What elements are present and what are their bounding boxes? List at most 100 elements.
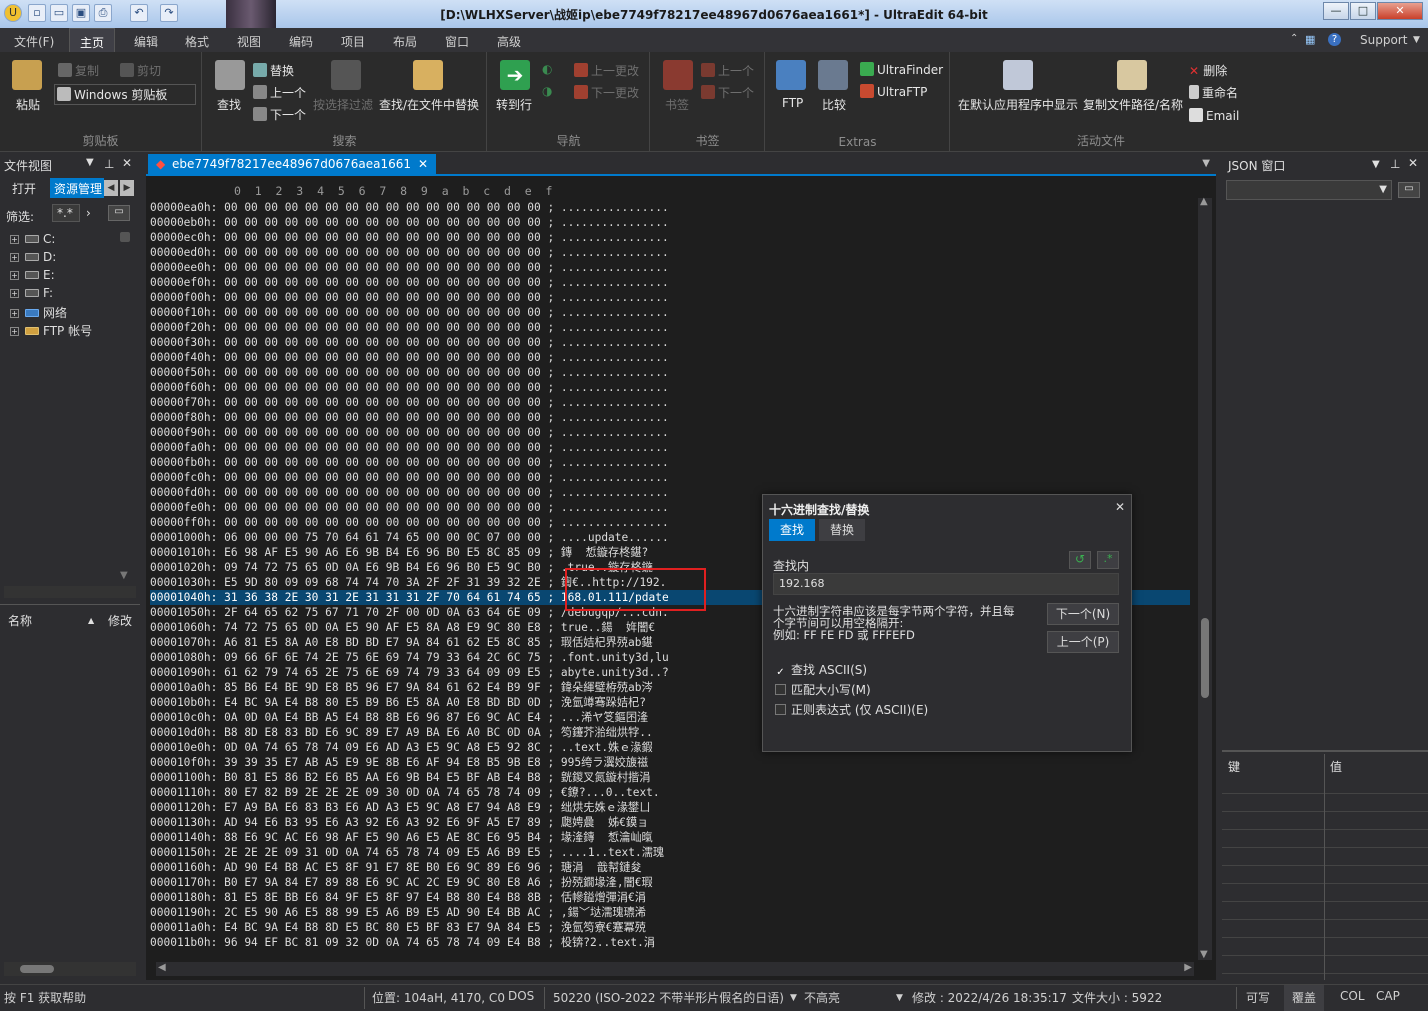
hex-ascii[interactable]: ; ................ [547, 246, 668, 259]
hex-row[interactable]: 00000f10h: 00 00 00 00 00 00 00 00 00 00… [150, 305, 1190, 320]
hex-bytes[interactable]: 74 72 75 65 0D 0A E5 90 AF E5 8A A8 E9 9… [224, 621, 541, 634]
pin-icon[interactable]: ⊥ [104, 157, 114, 171]
hex-row[interactable]: 00001170h: B0 E7 9A 84 E7 89 88 E6 9C AC… [150, 875, 1190, 890]
show-default-app-button[interactable]: 在默认应用程序中显示 [958, 96, 1078, 113]
hex-row[interactable]: 00001120h: E7 A9 BA E6 83 B3 E6 AD A3 E5… [150, 800, 1190, 815]
hex-row[interactable]: 00000fa0h: 00 00 00 00 00 00 00 00 00 00… [150, 440, 1190, 455]
hex-bytes[interactable]: 00 00 00 00 00 00 00 00 00 00 00 00 00 0… [224, 441, 541, 454]
hex-row[interactable]: 00000fb0h: 00 00 00 00 00 00 00 00 00 00… [150, 455, 1190, 470]
panel-close-icon[interactable]: ✕ [122, 156, 132, 170]
hex-bytes[interactable]: AD 94 E6 B3 95 E6 A3 92 E6 A3 92 E6 9F A… [224, 816, 541, 829]
hex-bytes[interactable]: 00 00 00 00 00 00 00 00 00 00 00 00 00 0… [224, 366, 541, 379]
hex-row[interactable]: 000011b0h: 96 94 EF BC 81 09 32 0D 0A 74… [150, 935, 1190, 950]
menu-edit[interactable]: 编辑 [134, 33, 158, 50]
hex-ascii[interactable]: ; ....update...... [547, 531, 668, 544]
hex-bytes[interactable]: 09 66 6F 6E 74 2E 75 6E 69 74 79 33 64 2… [224, 651, 541, 664]
hex-ascii[interactable]: ; abyte.unity3d..? [547, 666, 668, 679]
hex-ascii[interactable]: ; ................ [547, 276, 668, 289]
hex-bytes[interactable]: 0D 0A 74 65 78 74 09 E6 AD A3 E5 9C A8 E… [224, 741, 541, 754]
tree-item-f[interactable]: + F: [10, 286, 53, 300]
hex-bytes[interactable]: 00 00 00 00 00 00 00 00 00 00 00 00 00 0… [224, 291, 541, 304]
expand-icon[interactable]: + [10, 289, 19, 298]
hex-bytes[interactable]: 00 00 00 00 00 00 00 00 00 00 00 00 00 0… [224, 216, 541, 229]
hex-row[interactable]: 00001110h: 80 E7 82 B9 2E 2E 2E 09 30 0D… [150, 785, 1190, 800]
hex-row[interactable]: 00000f30h: 00 00 00 00 00 00 00 00 00 00… [150, 335, 1190, 350]
delete-button[interactable]: ✕ 删除 [1189, 62, 1227, 79]
copy-button[interactable]: 复制 [58, 62, 99, 79]
prev-change-button[interactable]: 上一更改 [574, 62, 639, 79]
next-change-button[interactable]: 下一更改 [574, 84, 639, 101]
windows-clipboard-select[interactable]: Windows 剪贴板 [54, 84, 196, 105]
hex-ascii[interactable]: ; 扮殑鐗堟湰,闇€瑕 [547, 876, 652, 889]
bookmark-button[interactable]: 书签 [665, 96, 689, 113]
editor-hscroll[interactable]: ◀ ▶ [156, 962, 1194, 976]
menu-encoding[interactable]: 编码 [289, 33, 313, 50]
hex-row[interactable]: 00001150h: 2E 2E 2E 09 31 0D 0A 74 65 78… [150, 845, 1190, 860]
hex-row[interactable]: 00001180h: 81 E5 8E BB E6 84 9F E5 8F 97… [150, 890, 1190, 905]
hex-ascii[interactable]: ; €鐐?...0..text. [547, 786, 659, 799]
hex-row[interactable]: 00000f50h: 00 00 00 00 00 00 00 00 00 00… [150, 365, 1190, 380]
hex-bytes[interactable]: 80 E7 82 B9 2E 2E 2E 09 30 0D 0A 74 65 7… [224, 786, 541, 799]
expand-icon[interactable]: + [10, 235, 19, 244]
hex-ascii[interactable]: ; ................ [547, 216, 668, 229]
hex-row[interactable]: 00000f80h: 00 00 00 00 00 00 00 00 00 00… [150, 410, 1190, 425]
tab-open[interactable]: 打开 [8, 178, 40, 198]
hex-bytes[interactable]: 31 36 38 2E 30 31 2E 31 31 31 2F 70 64 6… [224, 591, 541, 604]
json-column-value[interactable]: 值 [1330, 758, 1342, 775]
goto-line-button[interactable]: 转到行 [496, 96, 532, 113]
layout-icon[interactable]: ▦ [1305, 33, 1315, 46]
hex-ascii[interactable]: ; ................ [547, 261, 668, 274]
tree-item-c[interactable]: + C: [10, 232, 55, 246]
hex-bytes[interactable]: B8 8D E8 83 BD E6 9C 89 E7 A9 BA E6 A0 B… [224, 726, 541, 739]
encoding-dropdown-icon[interactable]: ▼ [790, 993, 797, 1003]
status-encoding[interactable]: 50220 (ISO-2022 不带半形片假名的日语) [553, 989, 784, 1006]
tab-explorer[interactable]: 资源管理 [50, 178, 104, 198]
hex-bytes[interactable]: B0 81 E5 86 B2 E6 B5 AA E6 9B B4 E5 BF A… [224, 771, 541, 784]
option-find-ascii[interactable]: ✓ 查找 ASCII(S) [775, 661, 867, 679]
hex-bytes[interactable]: 2E 2E 2E 09 31 0D 0A 74 65 78 74 09 E5 A… [224, 846, 541, 859]
hex-ascii[interactable]: ; ................ [547, 486, 668, 499]
scroll-left-icon[interactable]: ◀ [158, 962, 166, 973]
ftp-button[interactable]: FTP [782, 96, 803, 110]
hex-bytes[interactable]: 0A 0D 0A E4 BB A5 E4 B8 8B E6 96 87 E6 9… [224, 711, 541, 724]
hex-bytes[interactable]: 00 00 00 00 00 00 00 00 00 00 00 00 00 0… [224, 456, 541, 469]
nav-back-icon[interactable]: ◐ [542, 62, 552, 76]
menu-view[interactable]: 视图 [237, 33, 261, 50]
tab-scroll-left-icon[interactable]: ◀ [104, 180, 118, 196]
hex-bytes[interactable]: E4 BC 9A E4 B8 80 E5 B9 B6 E5 8A A0 E8 B… [224, 696, 541, 709]
hex-bytes[interactable]: 88 E6 9C AC E6 98 AF E5 90 A6 E5 AE 8C E… [224, 831, 541, 844]
hex-bytes[interactable]: 00 00 00 00 00 00 00 00 00 00 00 00 00 0… [224, 501, 541, 514]
status-col[interactable]: COL [1340, 989, 1365, 1003]
hex-bytes[interactable]: A6 81 E5 8A A0 E8 BD BD E7 9A 84 61 62 E… [224, 636, 541, 649]
hex-ascii[interactable]: ; ...浠ヤ笅鏂囨湰 [547, 711, 648, 724]
hex-ascii[interactable]: ; 鏄 惁鏇存柊鍖? [547, 546, 648, 559]
hex-ascii[interactable]: ; ....1..text.濡瑰 [547, 846, 664, 859]
hex-row[interactable]: 00000f90h: 00 00 00 00 00 00 00 00 00 00… [150, 425, 1190, 440]
hex-bytes[interactable]: 00 00 00 00 00 00 00 00 00 00 00 00 00 0… [224, 306, 541, 319]
hex-ascii[interactable]: ; ................ [547, 306, 668, 319]
status-highlight[interactable]: 不高亮 [804, 989, 840, 1006]
bookmark-prev-button[interactable]: 上一个 [701, 62, 754, 79]
find-input[interactable]: 192.168 [773, 573, 1119, 595]
hex-bytes[interactable]: 00 00 00 00 00 00 00 00 00 00 00 00 00 0… [224, 336, 541, 349]
maximize-button[interactable]: □ [1350, 2, 1376, 20]
hex-bytes[interactable]: 2C E5 90 A6 E5 88 99 E5 A6 B9 E5 AD 90 E… [224, 906, 541, 919]
nav-forward-icon[interactable]: ◑ [542, 84, 552, 98]
hex-row[interactable]: 00000ec0h: 00 00 00 00 00 00 00 00 00 00… [150, 230, 1190, 245]
find-button[interactable]: 查找 [217, 96, 241, 113]
hex-ascii[interactable]: ; ................ [547, 336, 668, 349]
tree-scroll-down-icon[interactable]: ▼ [120, 570, 128, 581]
hex-bytes[interactable]: 00 00 00 00 00 00 00 00 00 00 00 00 00 0… [224, 486, 541, 499]
json-panel-dropdown-icon[interactable]: ▼ [1372, 159, 1380, 170]
dialog-close-icon[interactable]: ✕ [1115, 500, 1125, 514]
find-next-dialog-button[interactable]: 下一个(N) [1047, 603, 1119, 625]
filter-input[interactable]: *.* [52, 204, 80, 222]
hex-ascii[interactable]: ; ................ [547, 201, 668, 214]
cut-button[interactable]: 剪切 [120, 62, 161, 79]
scroll-up-icon[interactable]: ▲ [1200, 196, 1208, 207]
hex-bytes[interactable]: E5 9D 80 09 09 68 74 74 70 3A 2F 2F 31 3… [224, 576, 541, 589]
hex-ascii[interactable]: ; ................ [547, 351, 668, 364]
hex-row[interactable]: 00001140h: 88 E6 9C AC E6 98 AF E5 90 A6… [150, 830, 1190, 845]
scroll-right-icon[interactable]: ▶ [1184, 962, 1192, 973]
hex-row[interactable]: 00000f00h: 00 00 00 00 00 00 00 00 00 00… [150, 290, 1190, 305]
